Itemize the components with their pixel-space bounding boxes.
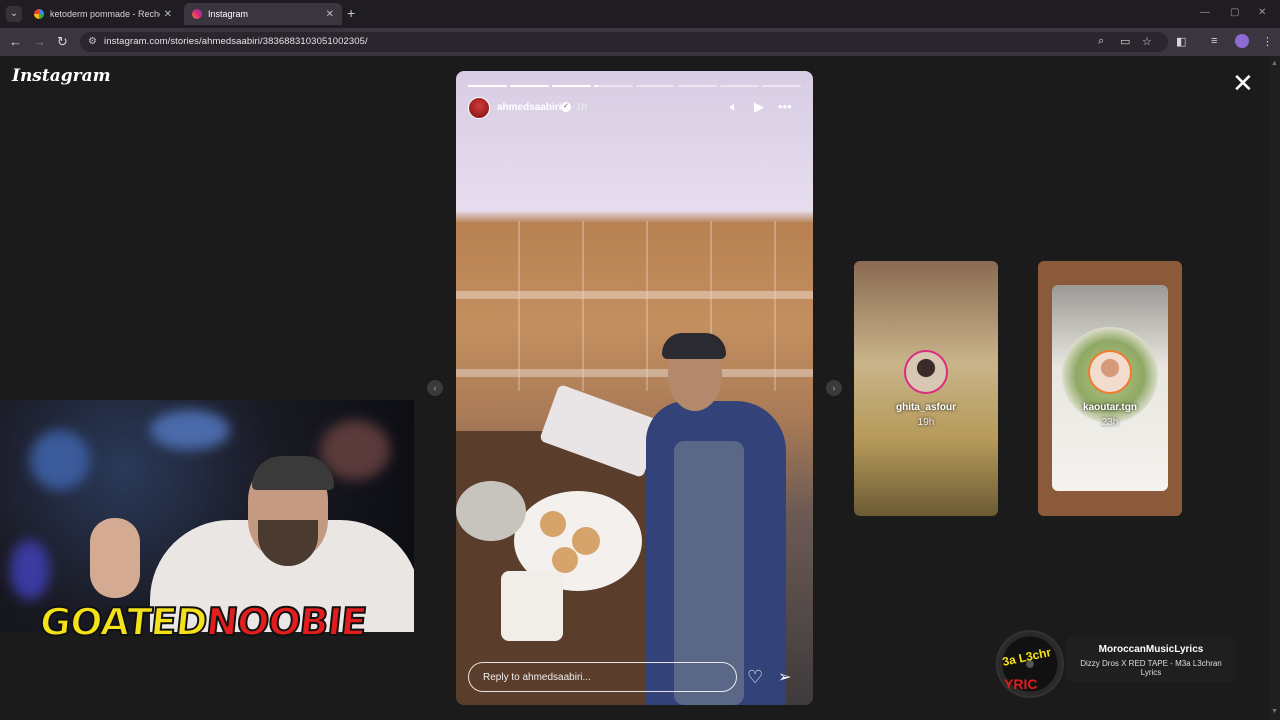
story-user-avatar[interactable] [468, 97, 490, 119]
tab-title: Instagram [208, 9, 249, 19]
now-playing-widget: 3a L3chr YRIC MoroccanMusicLyrics Dizzy … [996, 630, 1240, 698]
more-options-icon[interactable]: ••• [778, 99, 792, 114]
story-preview-card[interactable]: ghita_asfour 19h [854, 261, 998, 516]
music-track: Dizzy Dros X RED TAPE - M3a L3chran Lyri… [1080, 659, 1222, 677]
story-progress-segment [552, 85, 591, 87]
preview-time: 19h [917, 417, 935, 428]
story-progress-segment [468, 85, 507, 87]
preview-time: 23h [1101, 417, 1119, 428]
google-icon [34, 9, 44, 19]
preview-username: kaoutar.tgn [1083, 402, 1137, 413]
now-playing-card: MoroccanMusicLyrics Dizzy Dros X RED TAP… [1066, 636, 1236, 682]
streamer-cap [252, 456, 334, 490]
story-media-person [646, 331, 786, 705]
back-icon[interactable]: ← [9, 34, 22, 49]
reload-icon[interactable]: ↻ [57, 34, 68, 50]
close-tab-icon[interactable]: ✕ [326, 9, 334, 20]
story-progress-segment [510, 85, 549, 87]
tab-instagram[interactable]: Instagram ✕ [184, 3, 342, 25]
tab-title: ketoderm pommade - Recherch [50, 9, 160, 19]
story-progress-segment [636, 85, 675, 87]
heart-icon[interactable]: ♡ [747, 667, 763, 688]
forward-icon[interactable]: → [33, 34, 46, 49]
tab-bar: ⌄ ketoderm pommade - Recherch ✕ Instagra… [0, 0, 1280, 28]
close-window-icon[interactable]: ✕ [1258, 7, 1266, 18]
story-media-bread [572, 527, 600, 555]
preview-avatar [904, 350, 948, 394]
preview-avatar [1088, 350, 1132, 394]
send-icon[interactable]: ➢ [778, 667, 791, 687]
streamer-hand [90, 518, 140, 598]
minimize-icon[interactable]: — [1200, 7, 1210, 18]
story-progress-bar [468, 85, 801, 87]
mute-icon[interactable]: 🔈︎ [730, 99, 738, 115]
new-tab-button[interactable]: + [347, 5, 355, 21]
media-control-icon[interactable]: ≡ [1211, 35, 1217, 47]
site-info-icon[interactable]: ⚙ [88, 36, 97, 47]
zoom-icon[interactable]: ⌕ [1098, 35, 1104, 48]
verified-badge-icon: ✓ [561, 102, 571, 112]
story-progress-segment [762, 85, 801, 87]
story-media-bread [540, 511, 566, 537]
reply-input[interactable] [468, 662, 737, 692]
music-channel: MoroccanMusicLyrics [1098, 644, 1204, 655]
profile-avatar[interactable] [1235, 34, 1249, 48]
story-time: 1h [576, 102, 588, 113]
instagram-icon [192, 9, 202, 19]
album-disc: 3a L3chr YRIC [996, 630, 1064, 698]
menu-kebab-icon[interactable]: ⋮ [1262, 35, 1273, 48]
scroll-down-icon[interactable]: ▼ [1271, 708, 1278, 715]
close-icon[interactable]: ✕ [1232, 70, 1254, 96]
maximize-icon[interactable]: ▢ [1230, 7, 1239, 18]
streamer-brand-logo: GOATEDNOOBIE [37, 599, 369, 645]
story-media-bread [552, 547, 578, 573]
story-media-bowl [456, 481, 526, 541]
story-progress-segment [678, 85, 717, 87]
close-tab-icon[interactable]: ✕ [164, 9, 172, 20]
address-toolbar: ← → ↻ ⚙ instagram.com/stories/ahmedsaabi… [0, 28, 1280, 56]
previous-story-icon[interactable]: ‹ [427, 380, 443, 396]
story-preview-card[interactable]: kaoutar.tgn 23h [1038, 261, 1182, 516]
story-viewer[interactable]: ahmedsaabiri ✓ 1h 🔈︎ ▶ ••• ♡ ➢ [456, 71, 813, 705]
story-progress-segment [594, 85, 633, 87]
story-progress-segment [720, 85, 759, 87]
instagram-logo[interactable]: Instagram [12, 66, 111, 86]
story-username[interactable]: ahmedsaabiri [497, 102, 561, 113]
url-text[interactable]: instagram.com/stories/ahmedsaabiri/38368… [104, 36, 368, 47]
install-app-icon[interactable]: ▭ [1120, 35, 1130, 48]
story-media-bucket [501, 571, 563, 641]
tab-google-search[interactable]: ketoderm pommade - Recherch ✕ [26, 3, 180, 25]
scroll-up-icon[interactable]: ▲ [1271, 60, 1278, 67]
preview-username: ghita_asfour [895, 402, 956, 413]
play-icon[interactable]: ▶ [754, 99, 764, 115]
bookmark-star-icon[interactable]: ☆ [1142, 35, 1152, 48]
scrollbar[interactable]: ▲ ▼ [1270, 56, 1280, 720]
extensions-icon[interactable]: ◧ [1176, 35, 1186, 48]
tab-search-button[interactable]: ⌄ [6, 6, 22, 22]
next-story-icon[interactable]: › [826, 380, 842, 396]
omnibox[interactable]: ⚙ instagram.com/stories/ahmedsaabiri/383… [80, 32, 1168, 52]
story-header: ahmedsaabiri ✓ 1h 🔈︎ ▶ ••• [468, 97, 801, 121]
